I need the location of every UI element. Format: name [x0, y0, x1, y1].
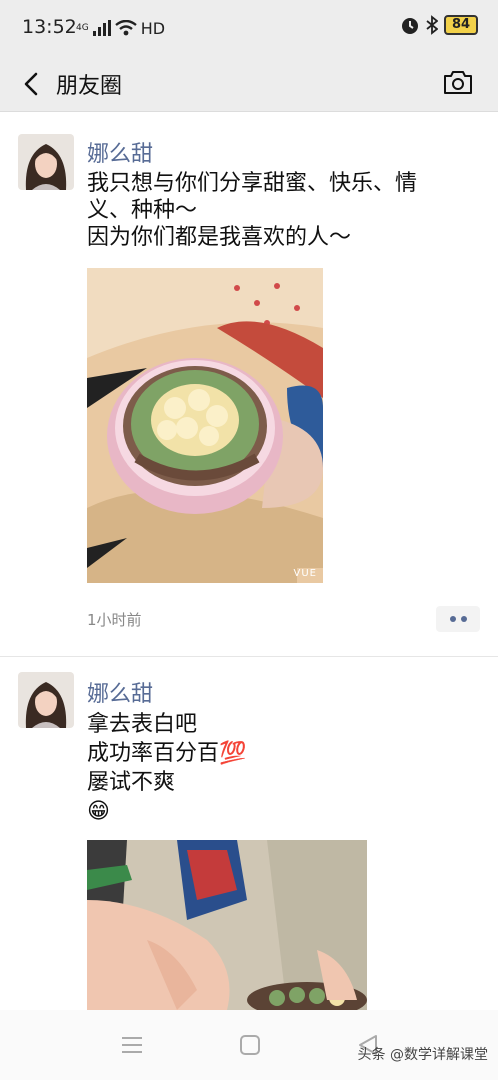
- back-icon[interactable]: [18, 68, 48, 100]
- moment-post: 娜么甜 我只想与你们分享甜蜜、快乐、情 义、种种～ 因为你们都是我喜欢的人～ V…: [0, 120, 498, 660]
- username[interactable]: 娜么甜: [87, 136, 153, 168]
- menu-icon[interactable]: [118, 1032, 146, 1058]
- signal-icon: [92, 20, 111, 36]
- dot-icon: [460, 616, 467, 622]
- bluetooth-icon: [426, 15, 438, 35]
- source-watermark: 头条 @数学详解课堂: [357, 1047, 488, 1063]
- post-photo[interactable]: [87, 840, 367, 1010]
- username[interactable]: 娜么甜: [87, 676, 153, 708]
- cookie-box-photo: [87, 268, 323, 583]
- status-bar: 13:52 4G HD 84: [0, 0, 498, 56]
- moment-post: 娜么甜 拿去表白吧 成功率百分百💯 屡试不爽 😁: [0, 658, 498, 1010]
- network-type: 4G: [76, 23, 89, 33]
- nav-bar: 朋友圈: [0, 56, 498, 112]
- home-icon[interactable]: [236, 1032, 264, 1058]
- post-text: 我只想与你们分享甜蜜、快乐、情 义、种种～ 因为你们都是我喜欢的人～: [87, 171, 418, 250]
- avatar[interactable]: [18, 672, 74, 728]
- more-actions-button[interactable]: [436, 606, 480, 632]
- network-indicators: 4G HD: [76, 17, 176, 39]
- post-timestamp: 1小时前: [87, 611, 142, 629]
- battery-icon: 84: [444, 15, 478, 35]
- page-title: 朋友圈: [56, 74, 123, 99]
- post-photo[interactable]: VUE: [87, 268, 323, 583]
- avatar-image: [18, 672, 74, 728]
- photo-watermark: VUE: [293, 568, 317, 579]
- wifi-icon: [114, 20, 137, 36]
- dot-icon: [449, 616, 456, 622]
- avatar-image: [18, 134, 74, 190]
- post-text: 拿去表白吧 成功率百分百💯 屡试不爽 😁: [87, 712, 247, 824]
- post-divider: [0, 656, 498, 657]
- hands-cookies-photo: [87, 840, 367, 1010]
- hd-label: HD: [140, 18, 166, 38]
- camera-icon[interactable]: [442, 66, 474, 98]
- status-right: 84: [400, 15, 478, 35]
- avatar[interactable]: [18, 134, 74, 190]
- alarm-icon: [402, 18, 418, 34]
- status-time: 13:52: [22, 16, 77, 38]
